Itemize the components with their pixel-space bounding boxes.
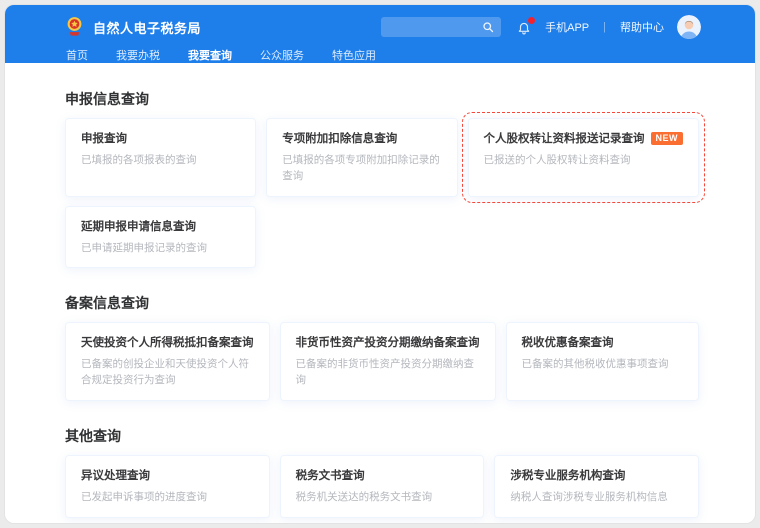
site-title: 自然人电子税务局 (93, 18, 201, 37)
header-divider: | (603, 21, 606, 33)
card-desc: 已备案的非货币性资产投资分期缴纳查询 (296, 357, 480, 389)
card-desc: 已申请延期申报记录的查询 (81, 241, 240, 257)
card-title: 天使投资个人所得税抵扣备案查询 (81, 334, 254, 350)
card-grid: 天使投资个人所得税抵扣备案查询已备案的创投企业和天使投资个人符合规定投资行为查询… (65, 322, 699, 401)
card-desc: 纳税人查询涉税专业服务机构信息 (510, 490, 683, 506)
query-card[interactable]: 涉税专业服务机构查询纳税人查询涉税专业服务机构信息 (494, 455, 699, 518)
card-grid: 申报查询已填报的各项报表的查询专项附加扣除信息查询已填报的各项专项附加扣除记录的… (65, 118, 699, 268)
card-title: 税收优惠备案查询 (522, 334, 614, 350)
unread-badge-dot (528, 17, 535, 24)
card-title: 异议处理查询 (81, 467, 150, 483)
card-title: 个人股权转让资料报送记录查询 (484, 130, 645, 146)
query-card[interactable]: 税收优惠备案查询已备案的其他税收优惠事项查询 (506, 322, 700, 401)
new-badge: NEW (651, 132, 684, 145)
card-title: 非货币性资产投资分期缴纳备案查询 (296, 334, 480, 350)
user-avatar[interactable] (677, 15, 701, 39)
help-center-link[interactable]: 帮助中心 (620, 19, 664, 35)
main-content: 申报信息查询申报查询已填报的各项报表的查询专项附加扣除信息查询已填报的各项专项附… (5, 89, 755, 518)
search-icon[interactable] (482, 21, 494, 33)
query-card[interactable]: 非货币性资产投资分期缴纳备案查询已备案的非货币性资产投资分期缴纳查询 (280, 322, 496, 401)
query-card[interactable]: 延期申报申请信息查询已申请延期申报记录的查询 (65, 206, 256, 269)
card-desc: 税务机关送达的税务文书查询 (296, 490, 469, 506)
card-desc: 已填报的各项专项附加扣除记录的查询 (282, 153, 441, 185)
card-title: 专项附加扣除信息查询 (282, 130, 397, 146)
card-desc: 已备案的创投企业和天使投资个人符合规定投资行为查询 (81, 357, 254, 389)
card-title: 延期申报申请信息查询 (81, 218, 196, 234)
top-header: 自然人电子税务局 手机APP | 帮助中 (5, 5, 755, 63)
card-desc: 已填报的各项报表的查询 (81, 153, 240, 169)
query-card[interactable]: 申报查询已填报的各项报表的查询 (65, 118, 256, 197)
nav-item-1[interactable]: 首页 (65, 46, 89, 71)
card-title: 申报查询 (81, 130, 127, 146)
app-window: 自然人电子税务局 手机APP | 帮助中 (4, 4, 756, 524)
search-input[interactable] (388, 21, 482, 33)
card-title: 税务文书查询 (296, 467, 365, 483)
main-nav: 首页 我要办税 我要查询 公众服务 特色应用 (65, 46, 701, 71)
card-grid: 异议处理查询已发起申诉事项的进度查询税务文书查询税务机关送达的税务文书查询涉税专… (65, 455, 699, 518)
card-desc: 已发起申诉事项的进度查询 (81, 490, 254, 506)
section-title: 备案信息查询 (65, 293, 699, 313)
nav-item-3[interactable]: 我要查询 (187, 46, 233, 71)
section-title: 其他查询 (65, 426, 699, 446)
search-box[interactable] (381, 17, 501, 37)
notification-bell-icon[interactable] (517, 20, 531, 35)
section-title: 申报信息查询 (65, 89, 699, 109)
nav-item-5[interactable]: 特色应用 (331, 46, 377, 71)
card-desc: 已报送的个人股权转让资料查询 (484, 153, 684, 169)
query-card[interactable]: 天使投资个人所得税抵扣备案查询已备案的创投企业和天使投资个人符合规定投资行为查询 (65, 322, 270, 401)
emblem-logo-icon (65, 16, 84, 38)
query-card[interactable]: 专项附加扣除信息查询已填报的各项专项附加扣除记录的查询 (266, 118, 457, 197)
query-card[interactable]: 个人股权转让资料报送记录查询 NEW 已报送的个人股权转让资料查询 (468, 118, 700, 197)
card-title: 涉税专业服务机构查询 (510, 467, 625, 483)
query-card[interactable]: 税务文书查询税务机关送达的税务文书查询 (280, 455, 485, 518)
card-desc: 已备案的其他税收优惠事项查询 (522, 357, 684, 373)
nav-item-2[interactable]: 我要办税 (115, 46, 161, 71)
mobile-app-link[interactable]: 手机APP (545, 19, 589, 35)
query-card[interactable]: 异议处理查询已发起申诉事项的进度查询 (65, 455, 270, 518)
nav-item-4[interactable]: 公众服务 (259, 46, 305, 71)
